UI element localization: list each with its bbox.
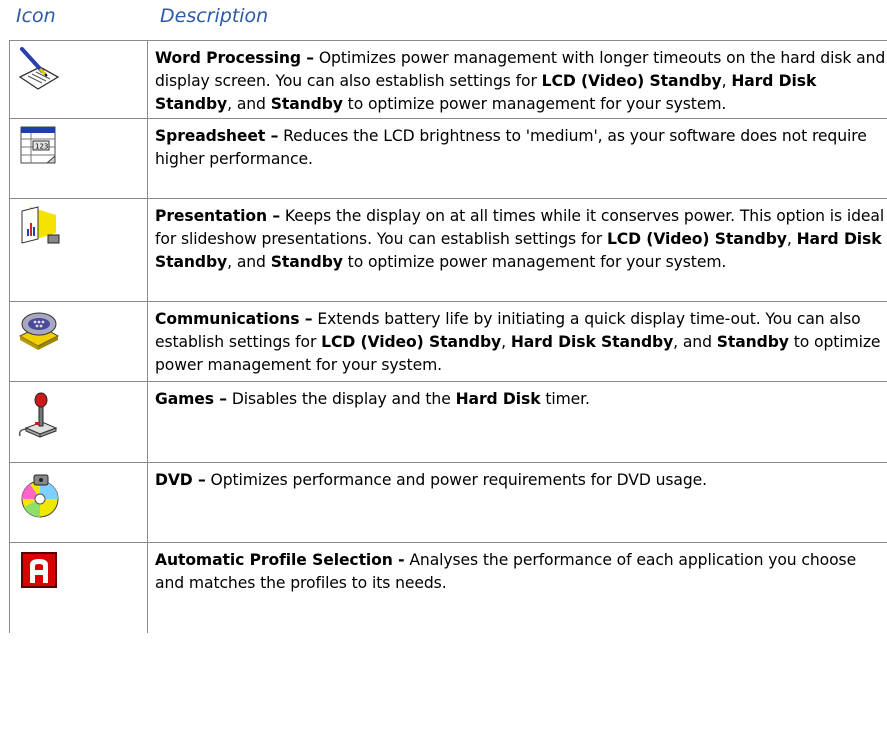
table-row: Communications – Extends battery life by… xyxy=(9,301,887,382)
description-text: Communications – xyxy=(155,310,313,328)
description-text: LCD (Video) Standby xyxy=(321,333,502,351)
description-text: Standby xyxy=(270,253,343,271)
description-text: to optimize power management for your sy… xyxy=(342,253,727,271)
description-cell: Word Processing – Optimizes power manage… xyxy=(147,40,887,119)
description-cell: Games – Disables the display and the Har… xyxy=(147,381,887,463)
communications-icon xyxy=(16,306,62,352)
description-text: , and xyxy=(673,333,717,351)
icon-cell xyxy=(9,542,148,633)
table-row: Presentation – Keeps the display on at a… xyxy=(9,198,887,302)
description-text: timer. xyxy=(540,390,590,408)
description-text: Word Processing – xyxy=(155,49,314,67)
icon-cell xyxy=(9,462,148,543)
table-row: DVD – Optimizes performance and power re… xyxy=(9,462,887,543)
description-text: Hard Disk xyxy=(455,390,541,408)
description-cell: DVD – Optimizes performance and power re… xyxy=(147,462,887,543)
description-cell: Spreadsheet – Reduces the LCD brightness… xyxy=(147,118,887,199)
description-cell: Automatic Profile Selection - Analyses t… xyxy=(147,542,887,633)
description-text: LCD (Video) Standby xyxy=(606,230,787,248)
header-icon-label: Icon xyxy=(16,5,56,27)
table-header: Icon Description xyxy=(0,0,887,40)
header-description-label: Description xyxy=(160,5,269,27)
description-text: Presentation – xyxy=(155,207,281,225)
description-text: to optimize power management for your sy… xyxy=(342,95,727,113)
description-text: Optimizes performance and power requirem… xyxy=(205,471,708,489)
svg-text:123: 123 xyxy=(35,143,48,151)
description-text: Hard Disk Standby xyxy=(510,333,674,351)
table-row: Games – Disables the display and the Har… xyxy=(9,381,887,463)
dvd-icon xyxy=(16,473,62,519)
table-row: Word Processing – Optimizes power manage… xyxy=(9,40,887,119)
description-text: Games – xyxy=(155,390,227,408)
description-text: , and xyxy=(227,95,271,113)
description-text: , xyxy=(501,333,511,351)
description-text: Automatic Profile Selection - xyxy=(155,551,405,569)
automatic-profile-icon xyxy=(16,547,62,593)
description-cell: Presentation – Keeps the display on at a… xyxy=(147,198,887,302)
description-text: , xyxy=(721,72,732,90)
description-text: Standby xyxy=(270,95,343,113)
spreadsheet-icon: 123 xyxy=(16,123,62,169)
description-text: Standby xyxy=(716,333,789,351)
description-cell: Communications – Extends battery life by… xyxy=(147,301,887,382)
word-processing-icon xyxy=(16,45,62,91)
table-row: 123 Spreadsheet – Reduces the LCD bright… xyxy=(9,118,887,199)
icon-cell xyxy=(9,198,148,302)
icon-cell xyxy=(9,301,148,382)
icon-cell xyxy=(9,381,148,463)
description-text: , xyxy=(786,230,797,248)
power-profile-table: Word Processing – Optimizes power manage… xyxy=(9,40,887,633)
presentation-icon xyxy=(16,203,62,249)
description-text: LCD (Video) Standby xyxy=(541,72,722,90)
description-text: , and xyxy=(227,253,271,271)
icon-cell xyxy=(9,40,148,119)
icon-cell: 123 xyxy=(9,118,148,199)
games-joystick-icon xyxy=(16,392,62,438)
description-text: DVD – xyxy=(155,471,206,489)
description-text: Spreadsheet – xyxy=(155,127,279,145)
description-text: Disables the display and the xyxy=(226,390,456,408)
table-row: Automatic Profile Selection - Analyses t… xyxy=(9,542,887,633)
